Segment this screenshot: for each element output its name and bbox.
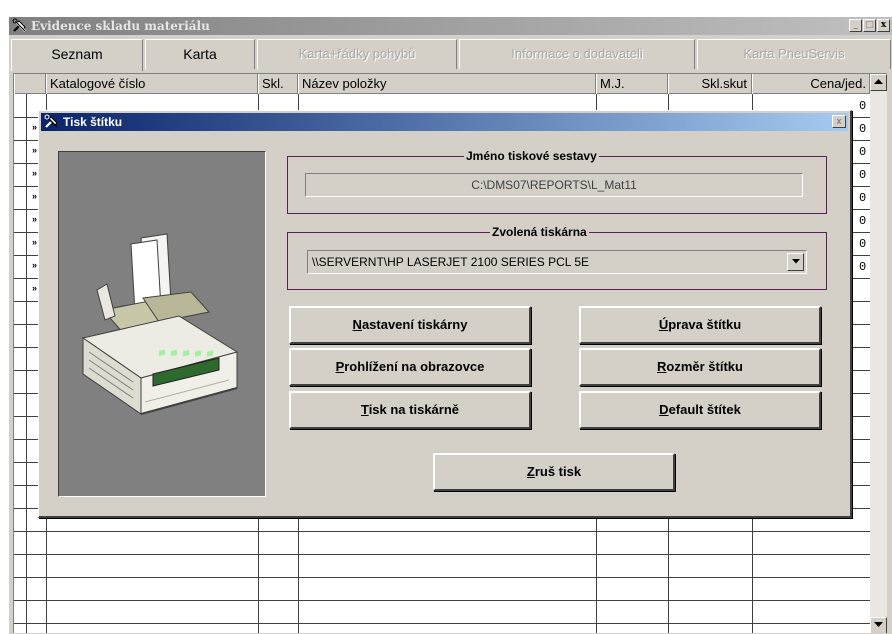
window-title: Evidence skladu materiálu xyxy=(31,19,210,33)
cell-unit-price: 0 xyxy=(859,145,867,159)
print-label-dialog: Tisk štítku x Jméno tiskové sestavy C:\D… xyxy=(38,110,852,518)
row-marker: » xyxy=(32,122,38,132)
arrow-down-icon xyxy=(874,622,883,627)
report-name-group: Jméno tiskové sestavy C:\DMS07\REPORTS\L… xyxy=(287,149,827,214)
grid-vertical-scrollbar[interactable] xyxy=(870,74,887,633)
row-marker: » xyxy=(32,145,38,155)
label-size-button-label: ozměr štítku xyxy=(666,359,743,374)
row-marker: » xyxy=(32,168,38,178)
row-marker: » xyxy=(32,191,38,201)
close-button[interactable]: x xyxy=(877,19,890,32)
row-marker: » xyxy=(32,214,38,224)
printer-icon xyxy=(81,233,239,415)
col-header-catalog-number[interactable]: Katalogové číslo xyxy=(46,74,258,94)
grid-line xyxy=(14,531,870,532)
grid-line xyxy=(14,577,870,578)
edit-label-button[interactable]: Úprava štítku xyxy=(579,306,821,344)
dialog-close-button[interactable]: x xyxy=(832,115,846,128)
printer-setup-button-mnemonic: N xyxy=(352,317,362,332)
main-titlebar[interactable]: Evidence skladu materiálu _ □ x xyxy=(9,17,892,35)
edit-label-button-mnemonic: Ú xyxy=(658,317,669,332)
dialog-titlebar[interactable]: Tisk štítku x xyxy=(41,113,848,131)
label-size-button-mnemonic: R xyxy=(657,359,667,374)
row-selector-header xyxy=(14,74,46,94)
cell-unit-price: 0 xyxy=(859,260,867,274)
cell-unit-price: 0 xyxy=(859,191,867,205)
arrow-up-icon xyxy=(874,79,883,84)
cancel-print-button-label: ruš tisk xyxy=(534,464,582,479)
row-marker: » xyxy=(32,260,38,270)
col-header-unit[interactable]: M.J. xyxy=(596,74,668,94)
report-name-group-label: Jméno tiskové sestavy xyxy=(464,149,599,163)
printer-setup-button-label: astavení tiskárny xyxy=(361,317,468,332)
default-label-button[interactable]: Default štítek xyxy=(579,391,821,429)
cell-unit-price: 0 xyxy=(859,122,867,136)
default-label-button-label: efault štítek xyxy=(668,402,741,417)
row-marker: » xyxy=(32,237,38,247)
tab-seznam[interactable]: Seznam xyxy=(11,39,143,71)
print-to-printer-button[interactable]: Tisk na tiskárně xyxy=(289,391,531,429)
row-marker: » xyxy=(32,283,38,293)
selected-printer-group-label: Zvolená tiskárna xyxy=(490,225,589,239)
cancel-print-button-mnemonic: Z xyxy=(526,464,535,479)
printer-setup-button[interactable]: Nastavení tiskárny xyxy=(289,306,531,344)
minimize-button[interactable]: _ xyxy=(849,19,862,32)
default-label-button-mnemonic: D xyxy=(659,402,669,417)
tab-karta-radky-pohybu[interactable]: Karta+řádky pohybů xyxy=(257,39,457,69)
screen-preview-button-mnemonic: P xyxy=(335,359,345,374)
cell-unit-price: 0 xyxy=(859,237,867,251)
col-header-warehouse[interactable]: Skl. xyxy=(258,74,298,94)
screen-preview-button-label: rohlížení na obrazovce xyxy=(344,359,485,374)
scroll-down-button[interactable] xyxy=(870,617,887,633)
grid-line xyxy=(14,554,870,555)
cell-unit-price: 0 xyxy=(859,214,867,228)
printer-select-value: \\SERVERNT\HP LASERJET 2100 SERIES PCL 5… xyxy=(312,255,590,269)
tools-icon xyxy=(44,114,58,128)
maximize-button[interactable]: □ xyxy=(863,19,876,32)
dialog-title: Tisk štítku xyxy=(63,115,123,129)
print-to-printer-button-mnemonic: T xyxy=(360,402,369,417)
screen-preview-button[interactable]: Prohlížení na obrazovce xyxy=(289,348,531,386)
grid-line xyxy=(14,623,870,624)
cancel-print-button[interactable]: Zruš tisk xyxy=(433,453,675,491)
selected-printer-group: Zvolená tiskárna \\SERVERNT\HP LASERJET … xyxy=(287,225,827,290)
chevron-down-icon xyxy=(791,259,800,264)
col-header-item-name[interactable]: Název položky xyxy=(298,74,596,94)
col-header-actual-stock[interactable]: Skl.skut xyxy=(668,74,752,94)
grid-header: Katalogové číslo Skl. Název položky M.J.… xyxy=(14,74,870,94)
grid-line xyxy=(14,600,870,601)
col-header-unit-price[interactable]: Cena/jed. xyxy=(752,74,870,94)
label-size-button[interactable]: Rozměr štítku xyxy=(579,348,821,386)
cell-unit-price: 0 xyxy=(859,99,867,113)
grid-line xyxy=(26,94,27,633)
scroll-up-button[interactable] xyxy=(870,74,887,91)
tab-karta[interactable]: Karta xyxy=(145,39,255,69)
edit-label-button-label: prava štítku xyxy=(668,317,742,332)
tab-karta-pneuservis[interactable]: Karta PneuServis xyxy=(697,39,891,69)
tab-informace-o-dodavateli[interactable]: Informace o dodavateli xyxy=(459,39,695,69)
report-path-field: C:\DMS07\REPORTS\L_Mat11 xyxy=(305,173,803,197)
print-to-printer-button-label: isk na tiskárně xyxy=(368,402,460,417)
printer-select[interactable]: \\SERVERNT\HP LASERJET 2100 SERIES PCL 5… xyxy=(307,250,807,274)
printer-select-dropdown-button[interactable] xyxy=(787,253,804,271)
tools-icon xyxy=(12,18,26,32)
printer-illustration-panel xyxy=(58,151,266,497)
tab-strip: Seznam Karta Karta+řádky pohybů Informac… xyxy=(9,39,892,71)
cell-unit-price: 0 xyxy=(859,168,867,182)
